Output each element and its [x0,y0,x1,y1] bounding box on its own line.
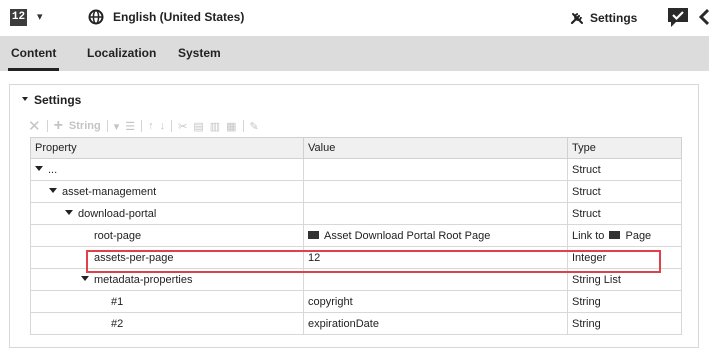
column-header-type[interactable]: Type [567,137,682,159]
property-label: asset-management [62,185,157,198]
tab-bar: Content Localization System [0,36,709,71]
tab-content[interactable]: Content [7,36,60,71]
property-cell[interactable]: ... [30,158,304,181]
locale-selector[interactable]: English (United States) [113,10,244,24]
table-header-row: Property Value Type [30,137,682,159]
add-string-button[interactable]: String [69,120,101,132]
value-cell[interactable] [303,158,568,181]
table-row[interactable]: ... Struct [30,158,682,181]
chevron-down-icon[interactable]: ▾ [37,10,43,23]
value-cell[interactable] [303,202,568,225]
panel-title: Settings [34,93,82,107]
expand-icon[interactable] [35,166,43,172]
table-row[interactable]: #1 copyright String [30,290,682,313]
settings-panel: Settings ✕ + String ▾ ☰ ↑ ↓ ✂ ▤ ▥ ▦ ✎ Pr… [9,84,699,348]
value-cell[interactable]: copyright [303,290,568,313]
property-label: ... [48,163,58,176]
type-cell: Struct [567,202,682,225]
property-cell[interactable]: asset-management [30,180,304,203]
list-icon[interactable]: ☰ [125,120,135,133]
top-bar: 12 ▾ English (United States) Settings [0,0,709,36]
identifier-badge[interactable]: 12 [10,9,27,26]
property-label: #2 [111,317,124,330]
settings-button[interactable]: Settings [570,8,637,28]
settings-label: Settings [590,11,638,25]
collapse-icon [22,97,28,101]
property-cell[interactable]: #1 [30,290,304,313]
type-dropdown-icon[interactable]: ▾ [114,120,120,133]
move-down-icon[interactable]: ↓ [160,120,166,132]
type-cell: String [567,290,682,313]
table-row[interactable]: asset-management Struct [30,180,682,203]
type-cell: Link to Page [567,224,682,247]
tools-icon [570,13,583,25]
expand-icon[interactable] [49,188,57,194]
property-label: download-portal [78,207,157,220]
toolbar-separator [242,120,244,132]
table-row-selected[interactable]: assets-per-page 12 Integer [30,246,682,269]
edit-icon[interactable]: ✎ [250,120,259,133]
value-cell[interactable]: Asset Download Portal Root Page [303,224,568,247]
move-up-icon[interactable]: ↑ [148,120,154,132]
type-suffix-label: Page [625,229,652,242]
value-cell[interactable] [303,180,568,203]
type-label: Link to [572,229,605,242]
property-cell[interactable]: #2 [30,312,304,335]
copy-icon[interactable]: ▤ [193,120,203,133]
globe-icon [88,9,104,25]
property-label: metadata-properties [94,273,193,286]
property-label: assets-per-page [94,251,174,264]
toolbar: ✕ + String ▾ ☰ ↑ ↓ ✂ ▤ ▥ ▦ ✎ [28,117,259,135]
toolbar-separator [106,120,108,132]
property-cell[interactable]: assets-per-page [30,246,304,269]
value-cell[interactable]: 12 [303,246,568,269]
table-row[interactable]: root-page Asset Download Portal Root Pag… [30,224,682,247]
toolbar-separator [141,120,143,132]
collapse-left-icon[interactable] [699,7,709,27]
type-cell: Struct [567,180,682,203]
add-icon[interactable]: + [54,117,63,135]
page-icon [609,230,621,239]
paste-icon[interactable]: ▥ [210,120,220,133]
tab-system[interactable]: System [178,36,221,71]
value-cell[interactable]: expirationDate [303,312,568,335]
type-cell: String List [567,268,682,291]
expand-icon[interactable] [65,210,73,216]
tab-localization[interactable]: Localization [87,36,156,71]
value-label: Asset Download Portal Root Page [324,229,491,242]
property-cell[interactable]: root-page [30,224,304,247]
settings-table: Property Value Type ... Struct asset-man… [30,137,682,335]
expand-icon[interactable] [81,276,89,282]
page-icon [308,230,319,239]
panel-header[interactable]: Settings [22,93,81,107]
table-row[interactable]: download-portal Struct [30,202,682,225]
paste-special-icon[interactable]: ▦ [226,120,236,133]
table-row[interactable]: metadata-properties String List [30,268,682,291]
type-cell: Struct [567,158,682,181]
type-cell: String [567,312,682,335]
delete-icon[interactable]: ✕ [28,117,41,135]
table-row[interactable]: #2 expirationDate String [30,312,682,335]
toolbar-separator [171,120,173,132]
property-label: #1 [111,295,124,308]
property-cell[interactable]: download-portal [30,202,304,225]
column-header-property[interactable]: Property [30,137,304,159]
property-cell[interactable]: metadata-properties [30,268,304,291]
checked-comment-icon[interactable] [666,6,690,28]
column-header-value[interactable]: Value [303,137,568,159]
type-cell: Integer [567,246,682,269]
toolbar-separator [46,120,48,132]
property-label: root-page [94,229,142,242]
cut-icon[interactable]: ✂ [178,120,187,133]
value-cell[interactable] [303,268,568,291]
